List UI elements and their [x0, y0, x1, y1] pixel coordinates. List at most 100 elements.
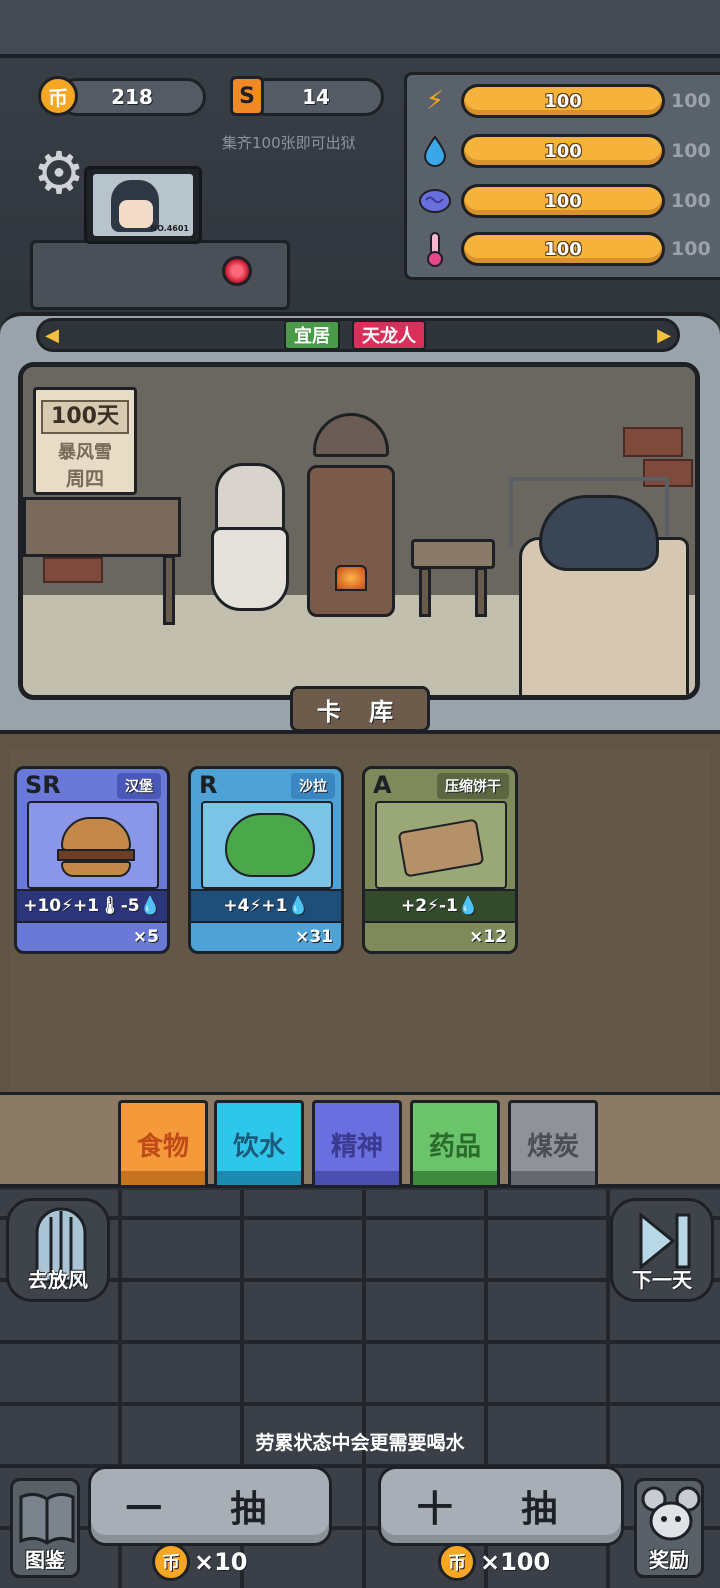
stat-max: 100	[671, 238, 711, 260]
ten-draw-label: 十 抽	[416, 1489, 586, 1530]
wooden-stool	[411, 539, 495, 569]
next-day-label: 下一天	[632, 1268, 692, 1292]
salad-icon	[201, 801, 333, 889]
single-draw-price: ×10	[194, 1548, 248, 1576]
stat-value: 100	[544, 90, 582, 112]
coin-counter: 218	[58, 78, 206, 116]
rewards-label: 奖励	[649, 1548, 689, 1572]
single-draw-cost: 币 ×10	[152, 1542, 248, 1582]
ten-draw-cost: 币 ×100	[438, 1542, 550, 1582]
salad-bowl	[225, 813, 315, 877]
stool-leg	[419, 567, 431, 617]
card-compressed-biscuit[interactable]: A 压缩饼干 +2⚡-1💧 ×12	[362, 766, 518, 954]
wall-brick	[43, 557, 103, 583]
tab-label: 饮水	[232, 1131, 285, 1162]
character-monitor[interactable]: NO.4601	[84, 166, 202, 244]
stat-temperature: 100 100	[417, 229, 717, 269]
burger-patty	[57, 849, 135, 861]
ten-draw-price: ×100	[480, 1548, 551, 1576]
go-outside-button[interactable]: 去放风	[6, 1198, 110, 1302]
stove-body	[307, 465, 395, 617]
settings-gear-icon[interactable]: ⚙	[28, 142, 90, 204]
ticket-count: 14	[302, 85, 330, 109]
next-day-button[interactable]: 下一天	[610, 1198, 714, 1302]
card-effect: +4⚡+1💧	[191, 889, 341, 923]
tab-base	[217, 1171, 301, 1185]
stat-value: 100	[544, 238, 582, 260]
stat-value: 100	[544, 190, 582, 212]
prison-cell: 100天 暴风雪 周四	[18, 362, 700, 700]
days-count: 100天	[41, 400, 129, 434]
card-effect: +10⚡+1🌡-5💧	[17, 889, 167, 923]
wall-brick	[623, 427, 683, 457]
card-library-button[interactable]: 卡 库	[290, 686, 430, 732]
toilet[interactable]	[211, 463, 289, 613]
thermometer-icon	[417, 231, 453, 267]
tab-label: 食物	[136, 1131, 189, 1162]
coin-count: 218	[111, 85, 153, 109]
card-effect: +2⚡-1💧	[365, 889, 515, 923]
burger-bottom	[61, 861, 131, 877]
ten-draw-button[interactable]: 十 抽	[378, 1466, 624, 1546]
stat-bar: 100	[461, 134, 665, 168]
card-burger[interactable]: SR 汉堡 +10⚡+1🌡-5💧 ×5	[14, 766, 170, 954]
card-count: ×31	[295, 927, 333, 947]
go-outside-label: 去放风	[28, 1268, 88, 1292]
tab-base	[413, 1171, 497, 1185]
brain-icon	[417, 183, 453, 219]
stove-lid	[313, 413, 389, 457]
calendar-poster: 100天 暴风雪 周四	[33, 387, 137, 495]
arrow-right-icon[interactable]: ▶	[653, 324, 675, 346]
tab-medicine[interactable]: 药品	[410, 1100, 500, 1188]
ticket-icon: S	[230, 76, 264, 116]
stool-leg	[475, 567, 487, 617]
rewards-button[interactable]: 奖励	[634, 1478, 704, 1578]
card-name: 沙拉	[291, 773, 335, 799]
biscuit-block	[397, 818, 485, 878]
tab-water[interactable]: 饮水	[214, 1100, 304, 1188]
burger-icon	[27, 801, 159, 889]
stat-mind: 100 100	[417, 181, 717, 221]
stat-max: 100	[671, 140, 711, 162]
tip-text: 劳累状态中会更需要喝水	[255, 1432, 465, 1454]
single-draw-button[interactable]: 一 抽	[88, 1466, 332, 1546]
character-face	[119, 200, 153, 228]
coin-icon: 币	[152, 1543, 190, 1581]
red-light-icon	[222, 256, 252, 286]
tab-base	[511, 1171, 595, 1185]
card-rarity: A	[373, 771, 392, 799]
prisoner-id: NO.4601	[150, 224, 189, 233]
card-rarity: R	[199, 771, 218, 799]
card-rarity: SR	[25, 771, 61, 799]
wooden-table	[23, 497, 181, 557]
tab-base	[121, 1171, 205, 1185]
coal-stove[interactable]	[307, 413, 395, 623]
single-draw-label: 一 抽	[125, 1489, 295, 1530]
collection-button[interactable]: 图鉴	[10, 1478, 80, 1578]
arrow-left-icon[interactable]: ◀	[41, 324, 63, 346]
tab-coal[interactable]: 煤炭	[508, 1100, 598, 1188]
sleeping-character	[539, 495, 659, 571]
room-tag-celestial: 天龙人	[352, 320, 426, 350]
tab-label: 药品	[428, 1131, 481, 1162]
table-leg	[163, 555, 175, 625]
ticket-counter: 14	[248, 78, 384, 116]
tab-label: 精神	[330, 1131, 383, 1162]
mouse-icon	[641, 1486, 701, 1541]
card-count: ×12	[469, 927, 507, 947]
monitor-screen: NO.4601	[93, 174, 193, 236]
book-icon	[19, 1492, 75, 1545]
tab-label: 煤炭	[526, 1131, 579, 1162]
stat-max: 100	[671, 90, 711, 112]
fire-icon	[335, 565, 367, 591]
stat-energy: ⚡ 100 100	[417, 81, 717, 121]
stat-bar: 100	[461, 232, 665, 266]
tab-spirit[interactable]: 精神	[312, 1100, 402, 1188]
tab-food[interactable]: 食物	[118, 1100, 208, 1188]
card-salad[interactable]: R 沙拉 +4⚡+1💧 ×31	[188, 766, 344, 954]
bed[interactable]	[509, 477, 689, 695]
tab-base	[315, 1171, 399, 1185]
collection-label: 图鉴	[25, 1548, 65, 1572]
stat-bar: 100	[461, 84, 665, 118]
card-name: 汉堡	[117, 773, 161, 799]
